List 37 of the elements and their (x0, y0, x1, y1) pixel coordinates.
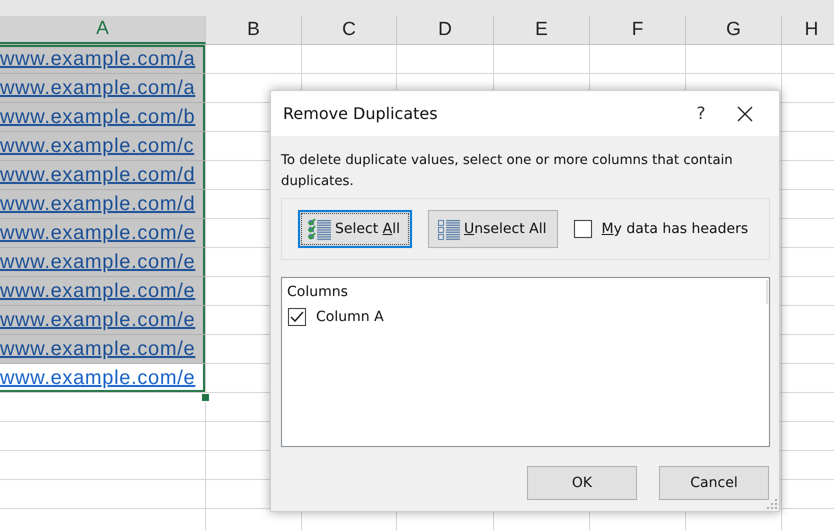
table-cell[interactable]: www.example.com/e (0, 335, 206, 364)
column-header[interactable]: C (302, 16, 397, 44)
ok-button[interactable]: OK (527, 466, 637, 500)
column-header[interactable]: G (686, 16, 782, 44)
column-header[interactable]: D (397, 16, 494, 44)
close-icon (737, 106, 753, 122)
table-cell[interactable]: www.example.com/a (0, 45, 206, 74)
table-cell[interactable]: www.example.com/e (0, 219, 206, 248)
unselect-all-button[interactable]: Unselect All (428, 210, 558, 248)
select-all-button[interactable]: Select All (298, 210, 412, 248)
resize-grip-icon[interactable] (767, 499, 777, 509)
checklist-icon (308, 218, 332, 240)
dialog-title: Remove Duplicates (283, 104, 439, 123)
table-cell[interactable]: www.example.com/e (0, 364, 206, 393)
table-cell[interactable]: www.example.com/e (0, 248, 206, 277)
headers-checkbox[interactable]: My data has headers (574, 220, 748, 238)
column-header[interactable]: A (0, 16, 206, 44)
checkmark-icon (290, 311, 304, 323)
table-cell[interactable]: www.example.com/d (0, 190, 206, 219)
instructions-text: To delete duplicate values, select one or more columns that contain duplicates. (281, 152, 734, 191)
column-header[interactable]: B (206, 16, 302, 44)
fill-handle[interactable] (201, 393, 210, 402)
table-cell[interactable]: www.example.com/a (0, 74, 206, 103)
column-header[interactable]: F (590, 16, 686, 44)
table-cell[interactable]: www.example.com/c (0, 132, 206, 161)
table-cell[interactable]: www.example.com/b (0, 103, 206, 132)
cancel-button[interactable]: Cancel (659, 466, 769, 500)
list-heading: Columns (287, 284, 349, 300)
list-icon (437, 218, 461, 240)
column-checkbox[interactable]: Column A (288, 308, 764, 326)
column-header[interactable]: H (782, 16, 834, 44)
scrollbar[interactable] (766, 280, 768, 304)
table-cell[interactable]: www.example.com/e (0, 306, 206, 335)
column-header[interactable]: E (494, 16, 590, 44)
table-cell[interactable]: www.example.com/d (0, 161, 206, 190)
table-cell[interactable]: www.example.com/e (0, 277, 206, 306)
help-button[interactable]: ? (679, 98, 723, 128)
